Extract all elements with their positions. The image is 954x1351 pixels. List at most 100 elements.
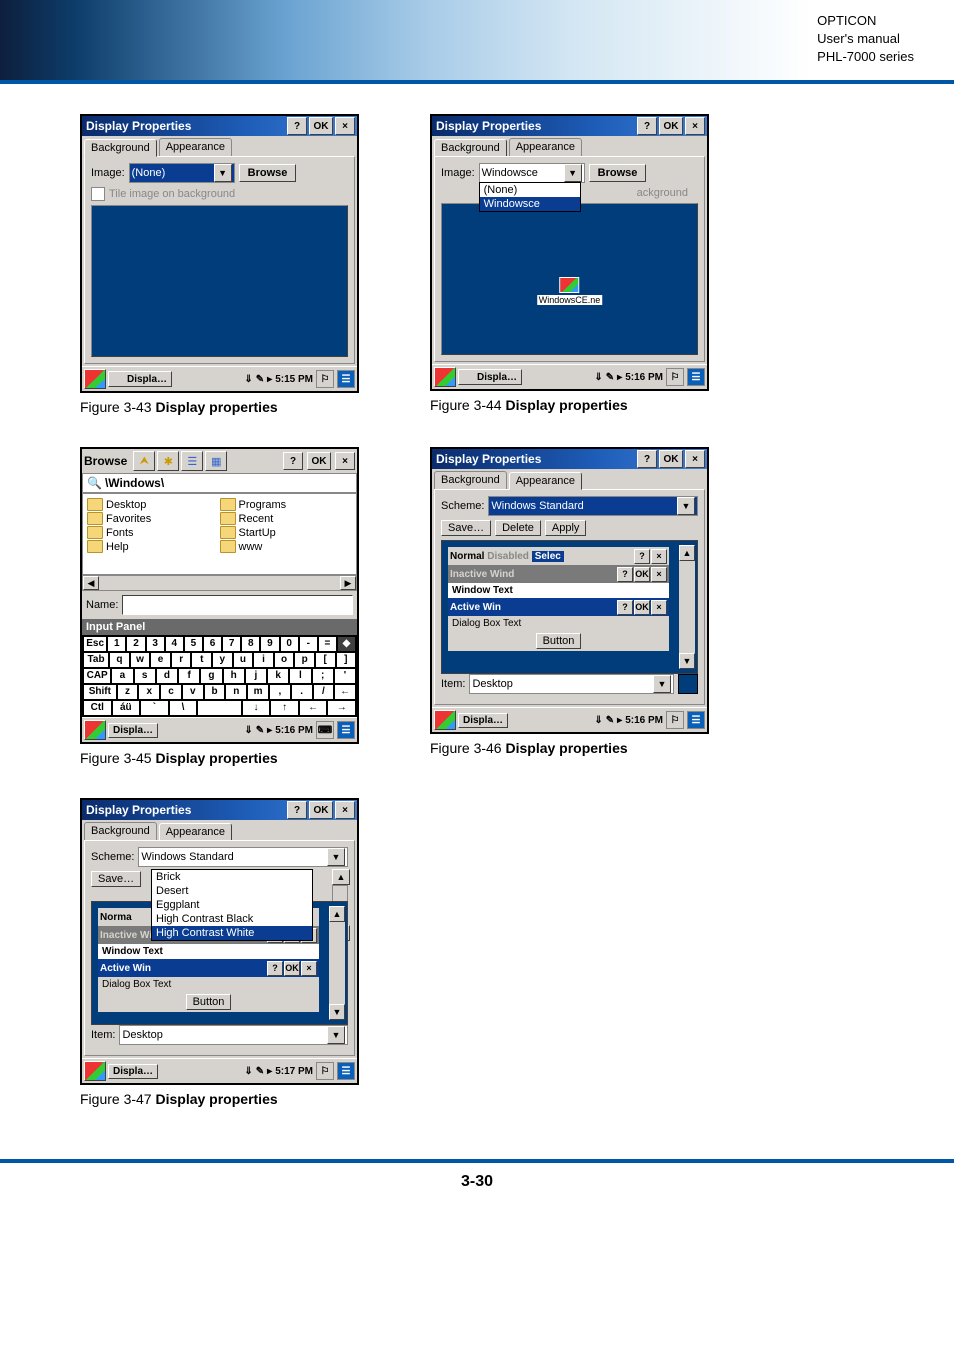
close-button[interactable]: ×	[335, 801, 355, 819]
key[interactable]: x	[138, 684, 160, 700]
key[interactable]: ↑	[270, 700, 299, 716]
key[interactable]: Tab	[83, 652, 109, 668]
scheme-select[interactable]: Windows Standard ▼	[488, 496, 698, 516]
ok-button[interactable]: OK	[307, 452, 331, 470]
help-button[interactable]: ?	[637, 117, 657, 135]
tray-icon[interactable]: ⚐	[666, 711, 684, 729]
dropdown-option[interactable]: Desert	[152, 884, 312, 898]
close-button[interactable]: ×	[685, 117, 705, 135]
key[interactable]: -	[299, 636, 318, 652]
key[interactable]: 5	[184, 636, 203, 652]
key[interactable]: g	[200, 668, 222, 684]
folder-item[interactable]: Favorites	[87, 512, 220, 525]
folder-list[interactable]: Desktop Favorites Fonts Help Programs Re…	[82, 493, 357, 575]
image-dropdown[interactable]: (None) Windowsce	[479, 182, 581, 212]
save-button[interactable]: Save…	[441, 520, 491, 536]
help-button[interactable]: ?	[637, 450, 657, 468]
chevron-down-icon[interactable]: ▼	[564, 164, 582, 182]
tray-icon[interactable]: ☰	[687, 368, 705, 386]
folder-item[interactable]: www	[220, 540, 353, 553]
close-button[interactable]: ×	[685, 450, 705, 468]
key[interactable]: c	[160, 684, 182, 700]
key[interactable]: k	[267, 668, 289, 684]
tray-icon[interactable]: ⇓	[244, 374, 252, 385]
key[interactable]: /	[313, 684, 335, 700]
dropdown-option[interactable]: High Contrast White	[152, 926, 312, 940]
tab-appearance[interactable]: Appearance	[159, 823, 232, 841]
tile-checkbox[interactable]	[91, 187, 105, 201]
key[interactable]: j	[245, 668, 267, 684]
key[interactable]: r	[171, 652, 192, 668]
key[interactable]: \	[169, 700, 198, 716]
dropdown-option[interactable]: Eggplant	[152, 898, 312, 912]
key[interactable]: p	[294, 652, 315, 668]
item-select[interactable]: Desktop ▼	[119, 1025, 348, 1045]
scroll-up-icon[interactable]: ▲	[679, 545, 695, 561]
folder-item[interactable]: Fonts	[87, 526, 220, 539]
key[interactable]: y	[212, 652, 233, 668]
key[interactable]: e	[150, 652, 171, 668]
scheme-dropdown[interactable]: Brick Desert Eggplant High Contrast Blac…	[151, 869, 313, 941]
folder-item[interactable]: Desktop	[87, 498, 220, 511]
up-folder-icon[interactable]: ⮝	[133, 451, 155, 471]
ok-button[interactable]: OK	[659, 450, 683, 468]
key[interactable]: ←	[334, 684, 356, 700]
help-button[interactable]: ?	[283, 452, 303, 470]
key[interactable]: 4	[165, 636, 184, 652]
key[interactable]: 1	[107, 636, 126, 652]
apply-button[interactable]: Apply	[545, 520, 587, 536]
taskbar-item[interactable]: Displa…	[108, 1064, 158, 1079]
key[interactable]: d	[156, 668, 178, 684]
key[interactable]: 3	[146, 636, 165, 652]
tray-icon[interactable]: ☰	[337, 370, 355, 388]
dropdown-option[interactable]: (None)	[480, 183, 580, 197]
folder-item[interactable]: StartUp	[220, 526, 353, 539]
key[interactable]: 7	[222, 636, 241, 652]
tray-icon[interactable]: ✎	[256, 374, 264, 385]
icon-view-icon[interactable]: ▦	[205, 451, 227, 471]
key[interactable]: '	[334, 668, 356, 684]
key[interactable]: =	[318, 636, 337, 652]
ok-button[interactable]: OK	[309, 801, 333, 819]
tab-appearance[interactable]: Appearance	[509, 138, 582, 156]
key[interactable]: 8	[241, 636, 260, 652]
chevron-down-icon[interactable]: ▼	[677, 497, 695, 515]
scroll-down-icon[interactable]: ▼	[679, 653, 695, 669]
chevron-down-icon[interactable]: ▼	[214, 164, 232, 182]
key[interactable]: 9	[260, 636, 279, 652]
dropdown-option[interactable]: High Contrast Black	[152, 912, 312, 926]
key[interactable]: t	[191, 652, 212, 668]
path-bar[interactable]: 🔍 \Windows\	[82, 473, 357, 493]
scroll-right-icon[interactable]: ▶	[340, 576, 356, 590]
horizontal-scrollbar[interactable]: ◀ ▶	[82, 575, 357, 591]
key[interactable]: 2	[126, 636, 145, 652]
tray-icon[interactable]: ⚐	[316, 370, 334, 388]
help-button[interactable]: ?	[287, 117, 307, 135]
key[interactable]: v	[182, 684, 204, 700]
browse-button[interactable]: Browse	[589, 164, 647, 182]
taskbar-item[interactable]: Displa…	[458, 713, 508, 728]
keyboard-tray-icon[interactable]: ⌨	[316, 721, 334, 739]
vertical-scrollbar[interactable]: ▲▼	[329, 906, 345, 1020]
key-backspace[interactable]: ◆	[337, 636, 356, 652]
start-button[interactable]	[84, 369, 106, 389]
start-button[interactable]	[84, 720, 106, 740]
key[interactable]: b	[204, 684, 226, 700]
new-folder-icon[interactable]: ✱	[157, 451, 179, 471]
key[interactable]: o	[274, 652, 295, 668]
key-space[interactable]	[197, 700, 242, 716]
dropdown-option[interactable]: Windowsce	[480, 197, 580, 211]
key[interactable]: →	[327, 700, 356, 716]
key[interactable]: 0	[280, 636, 299, 652]
key[interactable]: l	[289, 668, 311, 684]
key[interactable]: Ctl	[83, 700, 112, 716]
item-select[interactable]: Desktop ▼	[469, 674, 674, 694]
key[interactable]: Shift	[83, 684, 117, 700]
color-swatch[interactable]	[678, 674, 698, 694]
key[interactable]: CAP	[83, 668, 111, 684]
taskbar-item[interactable]: Displa…	[108, 723, 158, 738]
start-button[interactable]	[434, 710, 456, 730]
close-button[interactable]: ×	[335, 117, 355, 135]
taskbar-item[interactable]: Displa…	[458, 369, 522, 385]
save-button[interactable]: Save…	[91, 871, 141, 887]
